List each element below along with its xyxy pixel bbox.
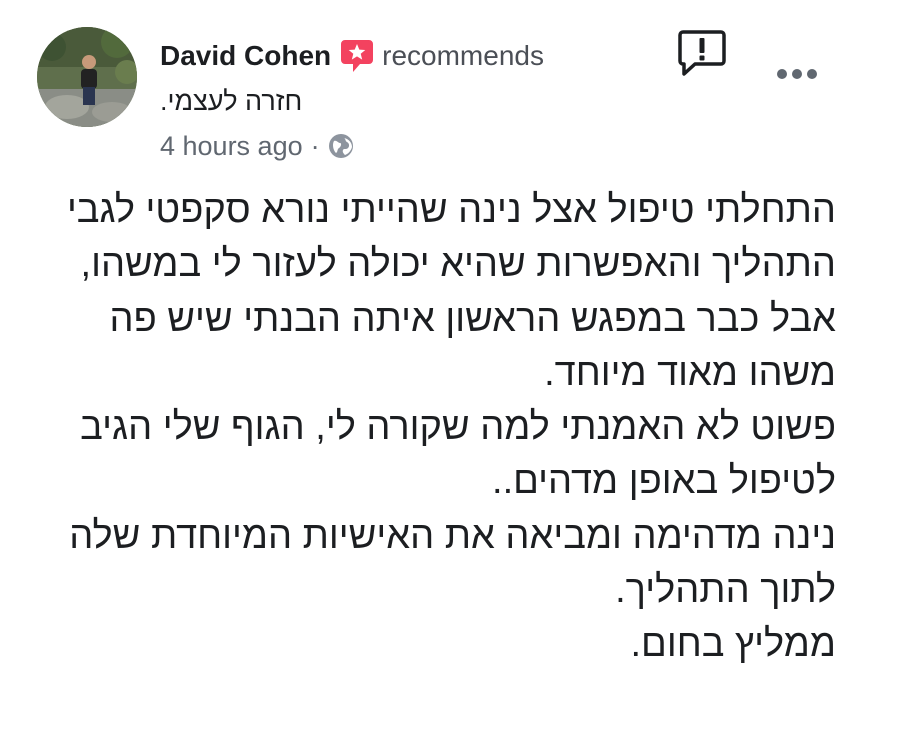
post-body-line: פשוט לא האמנתי למה שקורה לי, הגוף שלי הג… (80, 406, 836, 449)
recommends-label: recommends (382, 40, 544, 71)
post-body-line: אבל כבר במפגש הראשון איתה הבנתי שיש פה (109, 297, 836, 340)
post-body-line: לטיפול באופן מדהים.. (492, 460, 836, 503)
post-body-line: לתוך התהליך. (615, 569, 836, 612)
post-body-line: נינה מדהימה ומביאה את האישיות המיוחדת של… (69, 514, 836, 557)
avatar[interactable] (37, 27, 137, 127)
post-body-line: התהליך והאפשרות שהיא יכולה לעזור לי במשה… (80, 243, 836, 286)
post-header: David Cohen recommends (160, 36, 544, 76)
post-body: התחלתי טיפול אצל נינה שהייתי נורא סקפטי … (36, 183, 836, 672)
avatar-photo (37, 27, 137, 127)
post-body-line: התחלתי טיפול אצל נינה שהייתי נורא סקפטי … (66, 189, 836, 231)
post-body-line: ממליץ בחום. (630, 623, 837, 666)
post-timestamp[interactable]: 4 hours ago (160, 131, 303, 162)
recommended-page-name[interactable]: חזרה לעצמי. (160, 86, 302, 117)
report-icon[interactable] (677, 28, 727, 78)
post-meta: 4 hours ago · (160, 128, 354, 164)
post-body-line: משהו מאוד מיוחד. (544, 351, 836, 394)
recommend-star-icon (340, 38, 374, 74)
meta-separator: · (310, 130, 320, 161)
author-name[interactable]: David Cohen (160, 40, 331, 72)
globe-icon[interactable] (328, 133, 354, 159)
more-options-icon[interactable] (776, 62, 818, 86)
